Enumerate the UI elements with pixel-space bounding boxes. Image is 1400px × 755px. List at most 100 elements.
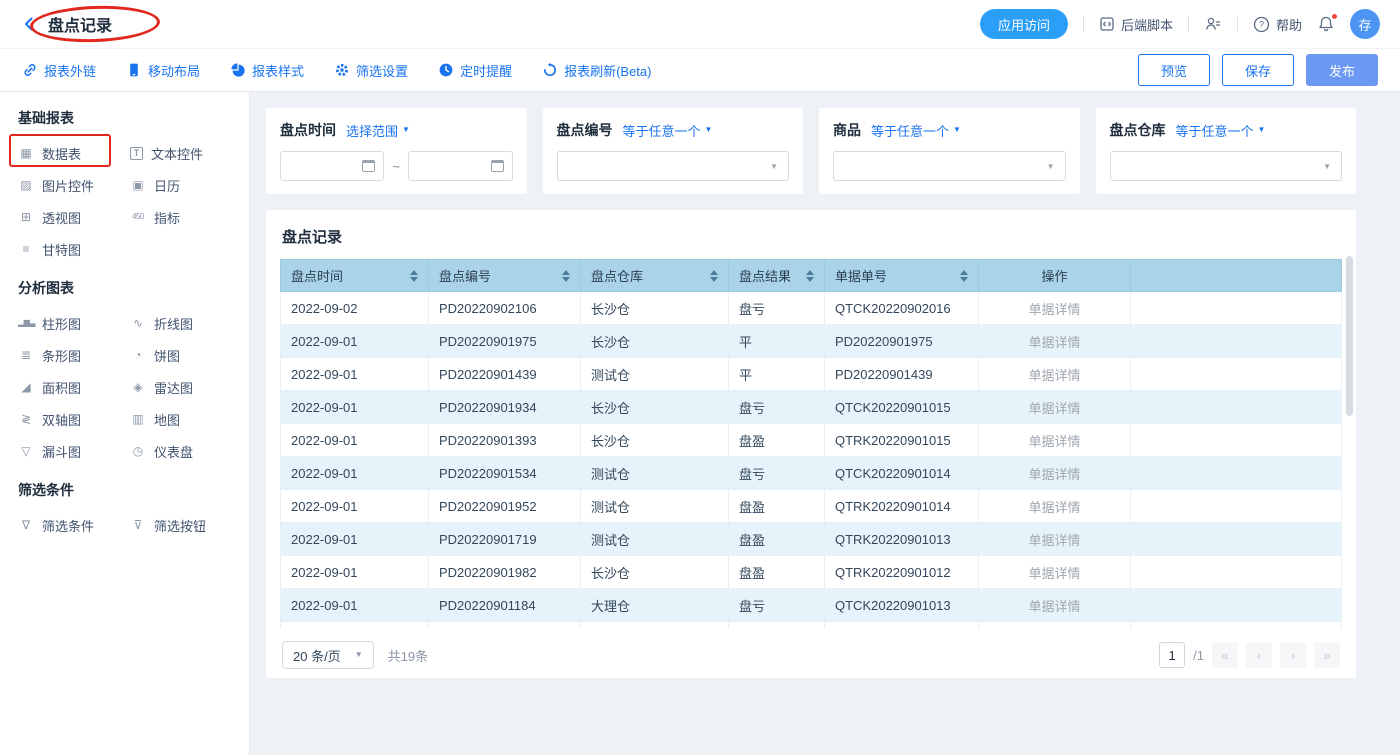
filter-operator-dropdown[interactable]: 等于任意一个▼: [1176, 121, 1266, 140]
inventory-no-select[interactable]: ▼: [557, 151, 790, 181]
product-select[interactable]: ▼: [833, 151, 1066, 181]
divider: [1083, 16, 1084, 32]
cell-warehouse: 测试仓: [581, 358, 729, 391]
notification-bell-button[interactable]: [1317, 15, 1335, 33]
column-header-result[interactable]: 盘点结果: [729, 260, 825, 292]
sidebar-item-gauge[interactable]: ◷仪表盘: [126, 436, 235, 466]
toolbar-report-refresh[interactable]: 报表刷新(Beta): [542, 61, 651, 80]
cell-doc-no: PD20220901439: [825, 358, 979, 391]
total-pages-label: /1: [1193, 648, 1204, 663]
current-page-input[interactable]: 1: [1159, 642, 1185, 668]
page-size-select[interactable]: 20 条/页 ▼: [282, 641, 374, 669]
avatar[interactable]: 存: [1350, 9, 1380, 39]
column-header-no[interactable]: 盘点编号: [429, 260, 581, 292]
date-start-input[interactable]: [280, 151, 384, 181]
sidebar-item-filter-button[interactable]: ⊽筛选按钮: [126, 510, 235, 540]
sidebar-item-bar-chart[interactable]: ≣条形图: [14, 340, 126, 370]
sidebar-item-line-chart[interactable]: ∿折线图: [126, 308, 235, 338]
doc-detail-link[interactable]: 单据详情: [1028, 599, 1080, 614]
vertical-scrollbar-thumb[interactable]: [1346, 256, 1353, 416]
cell-time: 2022-09-01: [281, 589, 429, 622]
doc-detail-link[interactable]: 单据详情: [1028, 500, 1080, 515]
column-header-warehouse[interactable]: 盘点仓库: [581, 260, 729, 292]
warehouse-select[interactable]: ▼: [1110, 151, 1343, 181]
toolbar-mobile-layout[interactable]: 移动布局: [126, 61, 200, 80]
sidebar-item-pie-chart[interactable]: ◔饼图: [126, 340, 235, 370]
sidebar-item-datasheet[interactable]: ▦数据表: [14, 138, 126, 168]
sidebar-item-dual-axis-chart[interactable]: ≷双轴图: [14, 404, 126, 434]
members-button[interactable]: [1204, 15, 1222, 33]
sidebar-item-calendar[interactable]: ▣ 日历: [126, 170, 235, 200]
help-button[interactable]: ? 帮助: [1253, 15, 1302, 34]
sort-icon[interactable]: [410, 270, 418, 282]
cell-result: 盘盈: [729, 490, 825, 523]
doc-detail-link[interactable]: 单据详情: [1028, 401, 1080, 416]
doc-detail-link[interactable]: 单据详情: [1028, 335, 1080, 350]
doc-detail-link[interactable]: 单据详情: [1028, 434, 1080, 449]
filter-label: 盘点时间: [280, 120, 336, 140]
sidebar-item-map[interactable]: ▥地图: [126, 404, 235, 434]
cell-empty: [1131, 589, 1342, 622]
next-page-button[interactable]: ›: [1280, 642, 1306, 668]
prev-page-button[interactable]: ‹: [1246, 642, 1272, 668]
sidebar-item-pivot[interactable]: ⊞透视图: [14, 202, 126, 232]
sidebar-item-filter-condition[interactable]: ∇筛选条件: [14, 510, 126, 540]
last-page-button[interactable]: »: [1314, 642, 1340, 668]
doc-detail-link[interactable]: 单据详情: [1028, 368, 1080, 383]
sort-icon[interactable]: [960, 270, 968, 282]
preview-button[interactable]: 预览: [1138, 54, 1210, 86]
cell-no: PD20220901952: [429, 490, 581, 523]
link-icon: [22, 62, 38, 78]
filter-operator-dropdown[interactable]: 等于任意一个▼: [871, 121, 961, 140]
sidebar-item-label: 面积图: [42, 378, 81, 397]
toolbar-report-external-link[interactable]: 报表外链: [22, 61, 96, 80]
sidebar-item-label: 透视图: [42, 208, 81, 227]
bar-chart-icon: ≣: [18, 348, 34, 362]
table-row: 2022-09-01PD20220901534测试仓盘亏QTCK20220901…: [281, 457, 1342, 490]
doc-detail-link[interactable]: 单据详情: [1028, 467, 1080, 482]
filter-label: 商品: [833, 120, 861, 140]
filter-operator-dropdown[interactable]: 选择范围▼: [346, 121, 410, 140]
sidebar-item-column-chart[interactable]: ▂▆▃柱形图: [14, 308, 126, 338]
calendar-widget-icon: ▣: [130, 178, 146, 192]
sidebar-item-label: 图片控件: [42, 176, 94, 195]
sidebar-item-radar-chart[interactable]: ◈雷达图: [126, 372, 235, 402]
sidebar-item-area-chart[interactable]: ◢面积图: [14, 372, 126, 402]
column-header-doc-no[interactable]: 单据单号: [825, 260, 979, 292]
column-header-time[interactable]: 盘点时间: [281, 260, 429, 292]
first-page-button[interactable]: «: [1212, 642, 1238, 668]
sidebar-item-gantt[interactable]: ≡甘特图: [14, 234, 126, 264]
filter-condition-icon: ∇: [18, 518, 34, 532]
toolbar-report-style[interactable]: 报表样式: [230, 61, 304, 80]
sidebar-item-funnel-chart[interactable]: ▽漏斗图: [14, 436, 126, 466]
cell-no: PD20220902106: [429, 292, 581, 325]
cell-time: 2022-09-01: [281, 556, 429, 589]
backend-script-button[interactable]: 后端脚本: [1099, 15, 1173, 34]
sidebar-item-text-widget[interactable]: T文本控件: [126, 138, 235, 168]
date-end-input[interactable]: [408, 151, 512, 181]
doc-detail-link[interactable]: 单据详情: [1028, 302, 1080, 317]
sidebar-item-image-widget[interactable]: ▨图片控件: [14, 170, 126, 200]
sort-icon[interactable]: [806, 270, 814, 282]
sort-icon[interactable]: [710, 270, 718, 282]
table-row: 2022-09-01PD20220901934长沙仓盘亏QTCK20220901…: [281, 391, 1342, 424]
app-access-button[interactable]: 应用访问: [980, 9, 1068, 39]
sidebar-item-label: 日历: [154, 176, 180, 195]
section-title-filter: 筛选条件: [18, 480, 235, 500]
sort-icon[interactable]: [562, 270, 570, 282]
data-grid: 盘点时间 盘点编号 盘点仓库 盘点结果 单据单号 操作 2022-09-02PD…: [280, 259, 1342, 629]
back-button[interactable]: [20, 15, 38, 33]
toolbar-filter-settings[interactable]: 筛选设置: [334, 61, 408, 80]
section-title-basic-reports: 基础报表: [18, 108, 235, 128]
publish-button[interactable]: 发布: [1306, 54, 1378, 86]
doc-detail-link[interactable]: 单据详情: [1028, 566, 1080, 581]
cell-warehouse: 长沙仓: [581, 325, 729, 358]
sidebar-item-label: 折线图: [154, 314, 193, 333]
toolbar-scheduled-reminder[interactable]: 定时提醒: [438, 61, 512, 80]
cell-warehouse: 长沙仓: [581, 556, 729, 589]
sidebar-item-metric[interactable]: 450指标: [126, 202, 235, 232]
cell-doc-no: QTRK20220901013: [825, 523, 979, 556]
filter-operator-dropdown[interactable]: 等于任意一个▼: [623, 121, 713, 140]
doc-detail-link[interactable]: 单据详情: [1028, 533, 1080, 548]
save-button[interactable]: 保存: [1222, 54, 1294, 86]
